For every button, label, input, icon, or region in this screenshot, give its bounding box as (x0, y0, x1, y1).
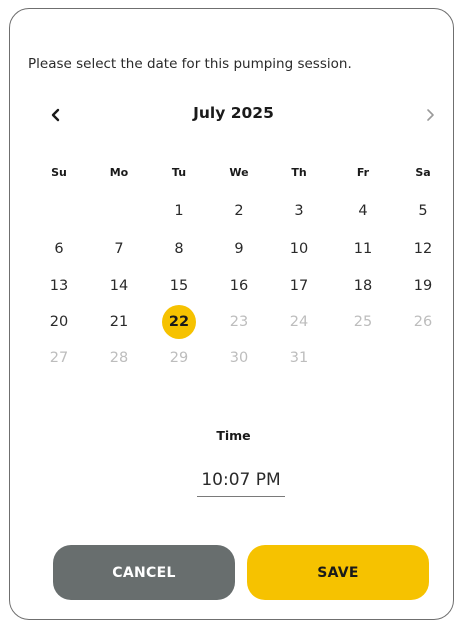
calendar-day[interactable]: 2 (222, 194, 256, 228)
calendar-day: 24 (289, 314, 309, 330)
calendar-day[interactable]: 19 (406, 269, 440, 303)
weekday-label: Tu (171, 166, 187, 179)
cancel-button[interactable]: CANCEL (53, 545, 235, 600)
weekday-label: Su (51, 166, 67, 179)
calendar-day[interactable]: 18 (346, 269, 380, 303)
calendar-day: 25 (353, 314, 373, 330)
calendar-day: 31 (289, 350, 309, 366)
calendar-day[interactable]: 21 (102, 305, 136, 339)
weekday-label: We (229, 166, 249, 179)
calendar-day[interactable]: 5 (406, 194, 440, 228)
calendar-day[interactable]: 16 (222, 269, 256, 303)
calendar-day[interactable]: 3 (282, 194, 316, 228)
time-input[interactable]: 10:07 PM (197, 470, 285, 497)
calendar-day[interactable]: 11 (346, 232, 380, 266)
weekday-header-row: Su Mo Tu We Th Fr Sa (0, 166, 467, 184)
calendar-day[interactable]: 8 (162, 232, 196, 266)
calendar-day[interactable]: 9 (222, 232, 256, 266)
weekday-label: Mo (109, 166, 129, 179)
calendar-day[interactable]: 10 (282, 232, 316, 266)
next-month-button[interactable] (418, 103, 442, 127)
cancel-button-label: CANCEL (112, 564, 176, 581)
month-title: July 2025 (193, 104, 274, 122)
calendar-day[interactable]: 7 (102, 232, 136, 266)
calendar-day[interactable]: 1 (162, 194, 196, 228)
chevron-right-icon (427, 109, 434, 121)
calendar-day[interactable]: 15 (162, 269, 196, 303)
calendar-day-selected[interactable]: 22 (162, 305, 196, 339)
calendar-day[interactable]: 14 (102, 269, 136, 303)
calendar-day: 28 (109, 350, 129, 366)
weekday-label: Th (291, 166, 307, 179)
calendar-day[interactable]: 20 (42, 305, 76, 339)
dialog-prompt: Please select the date for this pumping … (28, 56, 352, 72)
weekday-label: Fr (356, 166, 370, 179)
calendar-day: 27 (49, 350, 69, 366)
calendar-grid: 1 2 3 4 5 6 7 8 9 10 11 12 13 14 15 16 17 18 19 20 21 22 23 24 2… (0, 196, 467, 376)
save-button-label: SAVE (317, 564, 359, 581)
calendar-day: 29 (169, 350, 189, 366)
save-button[interactable]: SAVE (247, 545, 429, 600)
calendar-day[interactable]: 13 (42, 269, 76, 303)
calendar-day[interactable]: 4 (346, 194, 380, 228)
weekday-label: Sa (415, 166, 431, 179)
calendar-day[interactable]: 17 (282, 269, 316, 303)
calendar-day[interactable]: 6 (42, 232, 76, 266)
calendar-day: 30 (229, 350, 249, 366)
calendar-day: 23 (229, 314, 249, 330)
time-label: Time (216, 428, 251, 443)
calendar-day: 26 (413, 314, 433, 330)
calendar-day[interactable]: 12 (406, 232, 440, 266)
